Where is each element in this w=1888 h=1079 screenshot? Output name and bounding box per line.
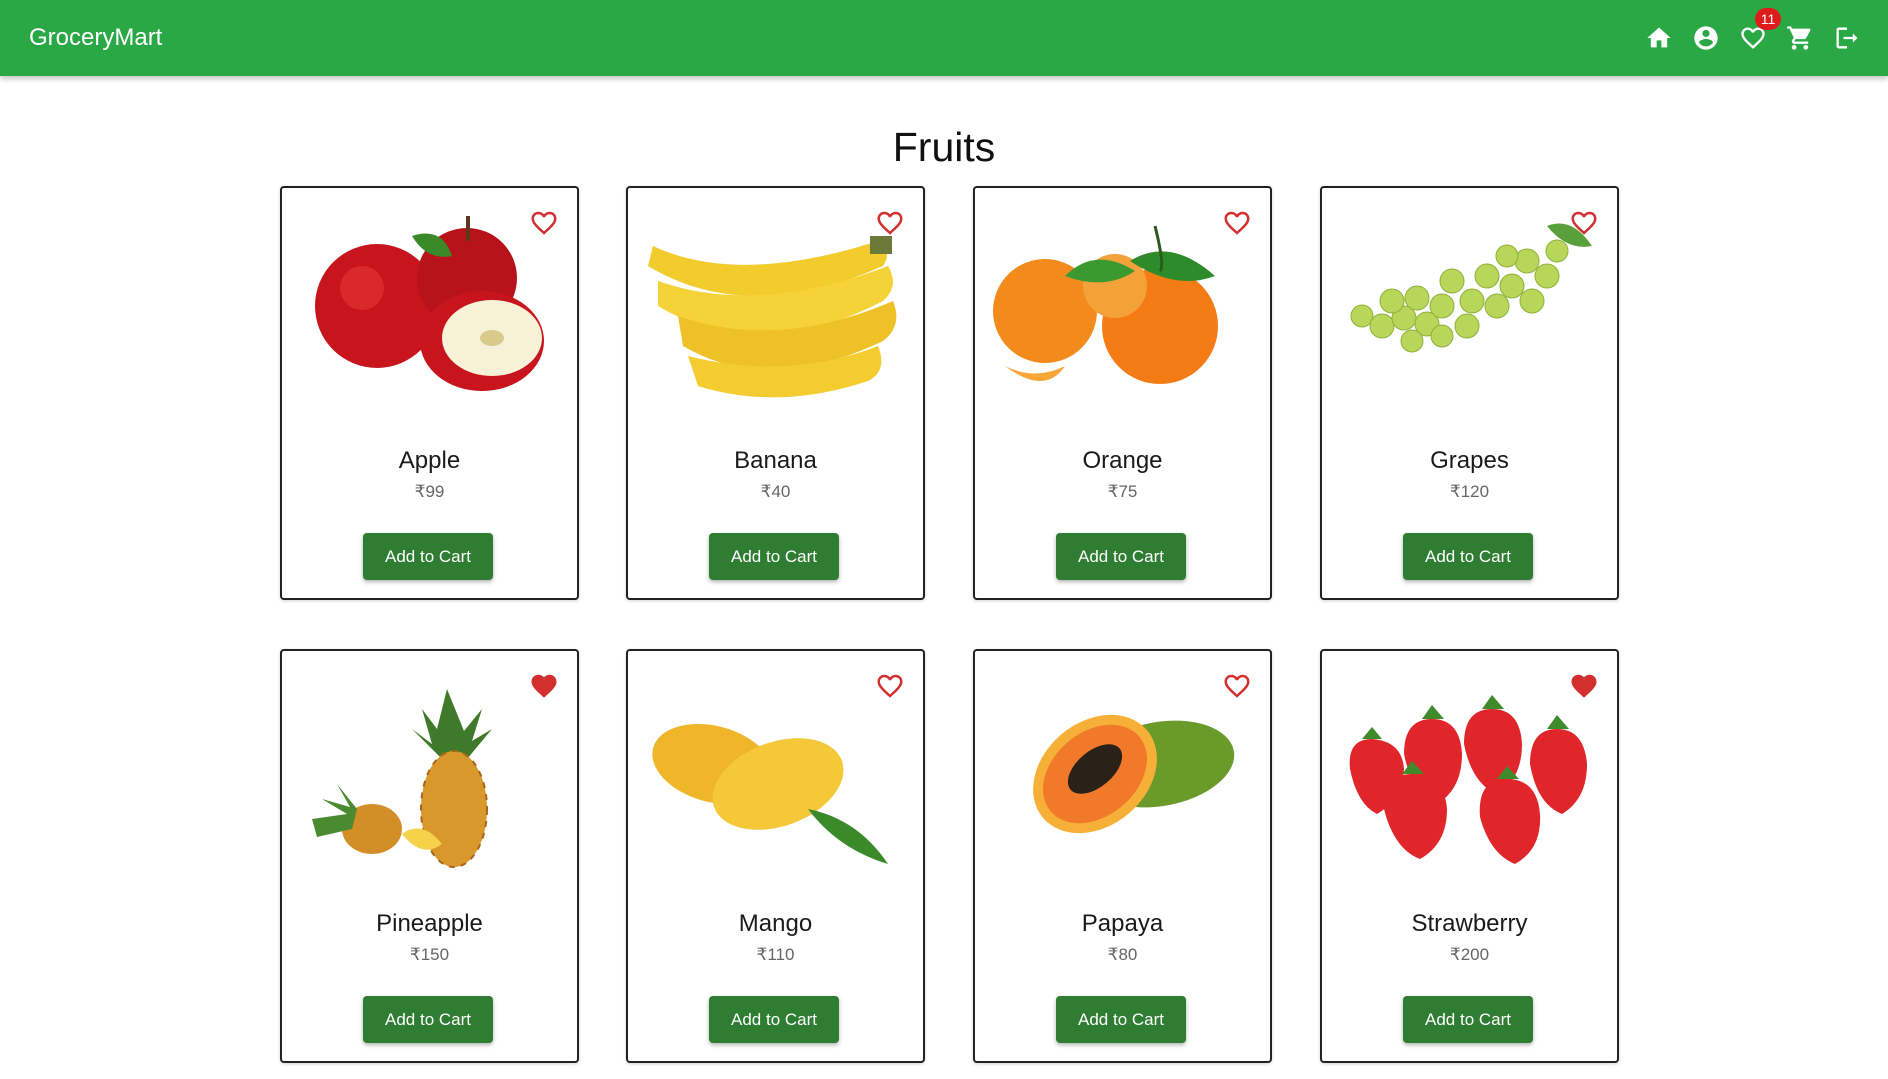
- product-name: Grapes: [1430, 447, 1509, 474]
- add-to-cart-button[interactable]: Add to Cart: [1056, 996, 1186, 1043]
- product-card-apple: Apple ₹99 Add to Cart: [280, 186, 579, 600]
- mango-image: [638, 669, 913, 869]
- papaya-image: [985, 669, 1260, 869]
- product-price: ₹110: [756, 945, 795, 964]
- product-price: ₹120: [1449, 482, 1490, 501]
- apple-image: [292, 206, 567, 406]
- add-to-cart-button[interactable]: Add to Cart: [363, 996, 493, 1043]
- product-card-strawberry: Strawberry ₹200 Add to Cart: [1320, 649, 1619, 1063]
- strawberry-image: [1332, 669, 1607, 869]
- favorite-heart-icon[interactable]: 11: [1738, 8, 1781, 53]
- brand-title[interactable]: GroceryMart: [29, 23, 162, 53]
- product-name: Apple: [398, 447, 461, 474]
- add-to-cart-button[interactable]: Add to Cart: [1403, 996, 1533, 1043]
- product-card-pineapple: Pineapple ₹150 Add to Cart: [280, 649, 579, 1063]
- product-name: Banana: [734, 447, 817, 474]
- product-name: Orange: [1082, 447, 1163, 474]
- app-bar: GroceryMart 11: [0, 0, 1888, 76]
- product-name: Strawberry: [1411, 910, 1528, 937]
- product-price: ₹75: [1107, 482, 1138, 501]
- product-card-mango: Mango ₹110 Add to Cart: [626, 649, 925, 1063]
- product-card-papaya: Papaya ₹80 Add to Cart: [973, 649, 1272, 1063]
- add-to-cart-button[interactable]: Add to Cart: [363, 533, 493, 580]
- orange-image: [985, 206, 1260, 406]
- pineapple-image: [292, 669, 567, 869]
- product-price: ₹150: [409, 945, 450, 964]
- add-to-cart-button[interactable]: Add to Cart: [709, 996, 839, 1043]
- product-name: Pineapple: [376, 910, 483, 937]
- account-circle-icon[interactable]: [1691, 23, 1721, 53]
- product-card-banana: Banana ₹40 Add to Cart: [626, 186, 925, 600]
- product-name: Papaya: [1081, 910, 1164, 937]
- product-price: ₹200: [1449, 945, 1490, 964]
- product-price: ₹80: [1107, 945, 1138, 964]
- product-card-grapes: Grapes ₹120 Add to Cart: [1320, 186, 1619, 600]
- grapes-image: [1332, 206, 1607, 406]
- add-to-cart-button[interactable]: Add to Cart: [1056, 533, 1186, 580]
- page-title: Fruits: [892, 124, 996, 170]
- add-to-cart-button[interactable]: Add to Cart: [1403, 533, 1533, 580]
- product-name: Mango: [738, 910, 813, 937]
- home-icon[interactable]: [1644, 23, 1674, 53]
- cart-icon[interactable]: [1785, 23, 1815, 53]
- product-card-orange: Orange ₹75 Add to Cart: [973, 186, 1272, 600]
- wishlist-count-badge: 11: [1755, 8, 1781, 30]
- header-actions: 11: [1627, 8, 1862, 53]
- banana-image: [638, 206, 913, 406]
- product-price: ₹99: [414, 482, 445, 501]
- add-to-cart-button[interactable]: Add to Cart: [709, 533, 839, 580]
- logout-icon[interactable]: [1832, 23, 1862, 53]
- product-price: ₹40: [760, 482, 791, 501]
